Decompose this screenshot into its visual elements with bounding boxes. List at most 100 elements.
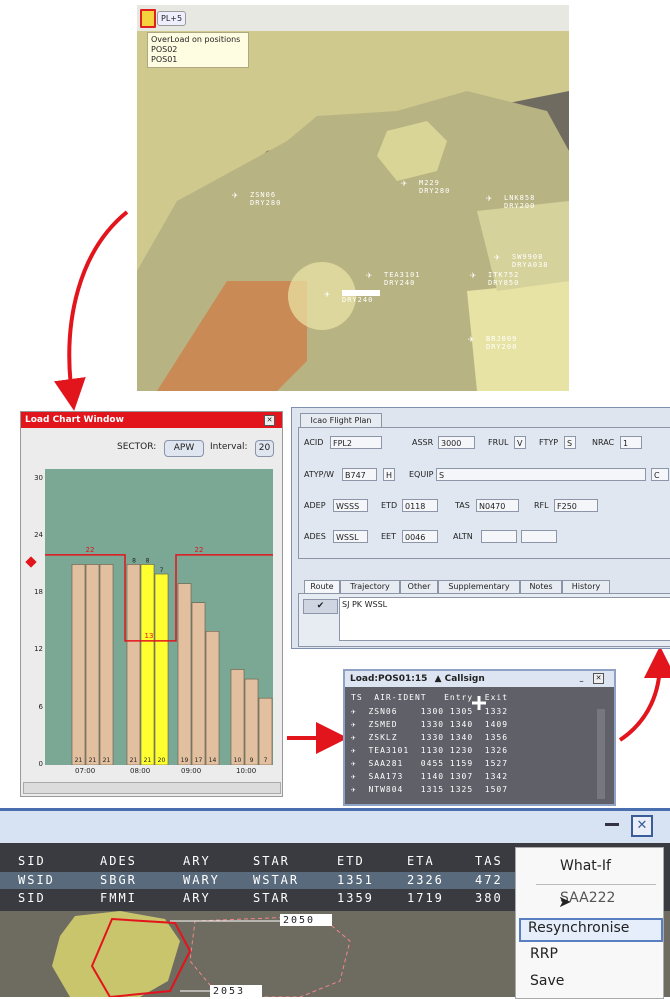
bar-overload[interactable] — [140, 564, 155, 765]
column-header[interactable]: ETA — [407, 853, 435, 870]
overload-tooltip: OverLoad on positions POS02 POS01 — [147, 32, 249, 68]
column-header[interactable]: ARY — [183, 853, 211, 870]
atyp-field[interactable]: B747 — [342, 468, 377, 481]
aircraft-label[interactable]: ✈ ZSN06 DRY280 — [232, 191, 281, 208]
table-row[interactable]: ✈ NTW804 1315 1325 1507 — [351, 784, 508, 795]
adep-field[interactable]: WSSS — [333, 499, 368, 512]
close-icon[interactable]: ✕ — [631, 815, 653, 837]
window-titlebar[interactable]: Load:POS01:15 ▲ Callsign _ ✕ — [345, 671, 614, 687]
menu-item-what-if[interactable]: What-If — [560, 858, 611, 874]
acid-field[interactable]: FPL2 — [330, 436, 382, 449]
bar-value-label: 14 — [209, 757, 217, 764]
close-icon[interactable]: ✕ — [264, 415, 275, 426]
tab-supplementary[interactable]: Supplementary — [438, 580, 520, 594]
bar[interactable] — [230, 669, 245, 765]
equip-field-2[interactable]: C — [651, 468, 669, 481]
bar-overload[interactable] — [154, 573, 169, 765]
overload-alert-button[interactable] — [140, 9, 156, 28]
ftyp-field[interactable]: S — [564, 436, 576, 449]
bar[interactable] — [85, 564, 100, 765]
table-row[interactable]: ✈ SAA281 0455 1159 1527 — [351, 758, 508, 769]
column-header[interactable]: TAS — [475, 853, 503, 870]
table-row[interactable]: ✈ TEA3101 1130 1230 1326 — [351, 745, 508, 756]
nrac-field[interactable]: 1 — [620, 436, 642, 449]
bar-value-label: 17 — [195, 757, 203, 764]
tab-other[interactable]: Other — [400, 580, 438, 594]
load-position-window[interactable]: Load:POS01:15 ▲ Callsign _ ✕ TS AIR-IDEN… — [343, 669, 616, 806]
equip-field[interactable]: S — [436, 468, 646, 481]
plane-icon: ✈ — [351, 785, 363, 794]
menu-item-rrp[interactable]: RRP — [530, 946, 558, 962]
aircraft-label[interactable]: ✈ TEA3101 DRY240 — [366, 271, 421, 288]
minimize-icon[interactable] — [605, 823, 619, 826]
tab-history[interactable]: History — [562, 580, 610, 594]
load-chart-window[interactable]: Load Chart Window ✕ SECTOR: APW Interval… — [20, 411, 283, 797]
pl-filter-button[interactable]: PL+5 — [157, 11, 187, 26]
aircraft-callsign: ITK752 — [488, 271, 520, 279]
tas-field[interactable]: N0470 — [476, 499, 519, 512]
eet-label: EET — [381, 532, 396, 541]
icao-flight-plan-window[interactable]: Icao Flight Plan ACID FPL2 ASSR 3000 FRU… — [291, 407, 670, 649]
menu-item-resynchronise[interactable]: Resynchronise — [528, 920, 629, 936]
route-field[interactable]: SJ PK WSSL — [339, 597, 670, 641]
eet-field[interactable]: 0046 — [402, 530, 438, 543]
table-row[interactable]: SID FMMI ARY STAR 1359 1719 380 — [0, 890, 515, 907]
aircraft-label[interactable]: ✈ LNK858 DRY200 — [486, 194, 535, 211]
chart-controls: SECTOR: APW Interval: 20 — [21, 432, 282, 466]
check-icon[interactable]: ✔ — [303, 599, 338, 614]
window-titlebar[interactable]: ✕ — [0, 808, 670, 843]
sort-indicator[interactable]: ▲ Callsign — [431, 674, 485, 684]
assr-field[interactable]: 3000 — [438, 436, 475, 449]
aircraft-level: DRY240 — [342, 296, 374, 304]
bar[interactable] — [258, 697, 273, 765]
column-header[interactable]: SID — [18, 853, 46, 870]
bar[interactable] — [99, 564, 114, 765]
interval-select[interactable]: 20 — [255, 440, 274, 457]
column-header[interactable]: ADES — [100, 853, 137, 870]
tab-notes[interactable]: Notes — [520, 580, 562, 594]
close-icon[interactable]: ✕ — [593, 673, 604, 684]
tab-icao-flight-plan[interactable]: Icao Flight Plan — [300, 413, 382, 428]
horizontal-scrollbar[interactable] — [23, 782, 281, 794]
table-row[interactable]: ✈ ZSKLZ 1330 1340 1356 — [351, 732, 508, 743]
menu-item-save[interactable]: Save — [530, 973, 564, 989]
rfl-field[interactable]: F250 — [554, 499, 598, 512]
table-row[interactable]: ✈ SAA173 1140 1307 1342 — [351, 771, 508, 782]
bar[interactable] — [205, 631, 220, 765]
aircraft-label[interactable]: ✈ ITK752 DRY850 — [470, 271, 520, 288]
aircraft-label[interactable]: ✈ M229 DRY280 — [401, 179, 450, 196]
altn-field-2[interactable] — [521, 530, 557, 543]
column-header[interactable]: STAR — [253, 853, 290, 870]
minimize-icon[interactable]: _ — [577, 674, 586, 683]
tab-route[interactable]: Route — [304, 580, 340, 594]
ades-field[interactable]: WSSL — [333, 530, 368, 543]
tab-trajectory[interactable]: Trajectory — [340, 580, 400, 594]
aircraft-label[interactable]: ✈ SW9908 DRYA038 — [494, 253, 549, 270]
chart-plot-area[interactable]: 21 21 21 21 21 8 20 7 19 17 14 10 9 7 8 22 22 13 — [45, 469, 273, 765]
equip-label: EQUIP — [409, 470, 434, 479]
radar-display[interactable]: PL+5 OverLoad on positions POS02 POS01 ✈… — [137, 5, 569, 391]
altn-field[interactable] — [481, 530, 517, 543]
bar[interactable] — [126, 564, 141, 765]
sector-select[interactable]: APW — [164, 440, 204, 457]
etd-field[interactable]: 0118 — [402, 499, 438, 512]
column-header[interactable]: ETD — [337, 853, 365, 870]
bar[interactable] — [191, 602, 206, 765]
aircraft-label[interactable]: ✈ BRJ009 DRY200 — [468, 335, 517, 352]
wake-field[interactable]: H — [383, 468, 395, 481]
row-values: TEA3101 1130 1230 1326 — [362, 746, 509, 755]
aircraft-label-selected[interactable]: ✈ DRY240 — [324, 290, 380, 304]
context-menu[interactable]: What-If SAA222 ➤ Resynchronise RRP Save — [515, 847, 664, 999]
bar[interactable] — [244, 678, 259, 765]
window-titlebar[interactable]: Load Chart Window ✕ — [21, 412, 282, 428]
bar-overload-label: 8 — [132, 557, 136, 564]
bar[interactable] — [177, 583, 192, 765]
bar[interactable] — [71, 564, 86, 765]
table-cell: FMMI — [100, 891, 137, 905]
vertical-scrollbar[interactable] — [597, 709, 605, 799]
plane-icon: ✈ — [401, 178, 409, 189]
table-row[interactable]: WSID SBGR WARY WSTAR 1351 2326 472 — [0, 872, 515, 889]
frul-field[interactable]: V — [514, 436, 526, 449]
x-tick-label: 08:00 — [130, 767, 151, 775]
table-row[interactable]: ✈ ZSMED 1330 1340 1409 — [351, 719, 508, 730]
